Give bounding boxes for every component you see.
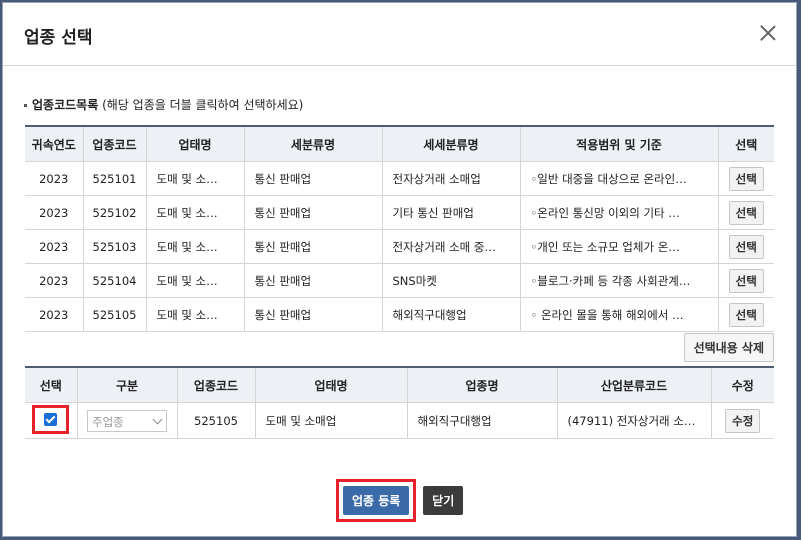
select-cell: 선택 [718,195,774,230]
edit-button[interactable]: 수정 [725,408,761,433]
column-header: 업태명 [146,125,245,162]
column-header: 업종코드 [83,125,147,162]
year-cell: 2023 [25,161,84,196]
checkbox-cell [25,402,78,439]
column-header: 수정 [711,366,774,403]
select-checkbox[interactable] [44,412,58,426]
type-select-value: 주업종 [92,414,124,429]
close-button[interactable]: 닫기 [423,486,464,515]
code-cell: 525102 [83,195,147,230]
modal-header: 업종 선택 [3,3,796,66]
scope-cell: ◦온라인 통신망 이외의 기타 … [520,195,719,230]
delete-selection-button[interactable]: 선택내용 삭제 [683,333,774,362]
subsubclass-cell: 해외직구대행업 [382,297,521,332]
business-cell: 도매 및 소… [146,161,245,196]
scope-cell: ◦일반 대중을 대상으로 온라인… [520,161,719,196]
chevron-down-icon [152,414,163,424]
year-cell: 2023 [25,263,84,298]
subsubclass-cell: SNS마켓 [382,263,521,298]
subsubclass-cell: 전자상거래 소매 중… [382,229,521,264]
register-highlight: 업종 등록 [336,479,417,522]
table-row[interactable]: 2023 525105 도매 및 소… 통신 판매업 해외직구대행업 ◦ 온라인… [25,297,774,332]
select-cell: 선택 [718,161,774,196]
type-select[interactable]: 주업종 [87,409,167,432]
table-header-row: 선택 구분 업종코드 업태명 업종명 산업분류코드 수정 [25,366,774,403]
scope-cell: ◦블로그·카페 등 각종 사회관계… [520,263,719,298]
column-header: 선택 [718,125,774,162]
year-cell: 2023 [25,195,84,230]
select-cell: 선택 [718,263,774,298]
select-button[interactable]: 선택 [728,268,764,293]
business-cell: 도매 및 소… [146,263,245,298]
industry-code-table: 귀속연도 업종코드 업태명 세분류명 세세분류명 적용범위 및 기준 선택 20… [25,125,774,332]
table-row[interactable]: 2023 525104 도매 및 소… 통신 판매업 SNS마켓 ◦블로그·카페… [25,263,774,298]
column-header: 세세분류명 [382,125,521,162]
subclass-cell: 통신 판매업 [244,195,383,230]
select-cell: 선택 [718,229,774,264]
select-button[interactable]: 선택 [728,200,764,225]
code-cell: 525104 [83,263,147,298]
table-row[interactable]: 2023 525102 도매 및 소… 통신 판매업 기타 통신 판매업 ◦온라… [25,195,774,230]
column-header: 적용범위 및 기준 [520,125,719,162]
column-header: 업종명 [407,366,558,403]
industry-select-modal: 업종 선택 업종코드목록 (해당 업종을 더블 클릭하여 선택하세요) 귀속연도… [2,2,797,537]
section-title: 업종코드목록 (해당 업종을 더블 클릭하여 선택하세요) [24,96,303,113]
subsubclass-cell: 기타 통신 판매업 [382,195,521,230]
register-button[interactable]: 업종 등록 [343,486,410,515]
scope-cell: ◦ 온라인 몰을 통해 해외에서 … [520,297,719,332]
edit-cell: 수정 [711,402,774,439]
business-cell: 도매 및 소… [146,195,245,230]
select-button[interactable]: 선택 [728,166,764,191]
table-row[interactable]: 2023 525103 도매 및 소… 통신 판매업 전자상거래 소매 중… ◦… [25,229,774,264]
checkbox-highlight [32,404,70,434]
class-code-cell: (47911) 전자상거래 소… [557,402,712,439]
table-row: 주업종 525105 도매 및 소매업 해외직구대행업 (47911) 전자상거… [25,402,774,439]
code-cell: 525105 [177,402,256,439]
subclass-cell: 통신 판매업 [244,297,383,332]
modal-title: 업종 선택 [24,28,93,48]
scope-cell: ◦개인 또는 소규모 업체가 온… [520,229,719,264]
close-icon[interactable] [760,25,776,41]
industry-cell: 해외직구대행업 [407,402,558,439]
year-cell: 2023 [25,229,84,264]
select-button[interactable]: 선택 [728,234,764,259]
type-cell: 주업종 [77,402,178,439]
year-cell: 2023 [25,297,84,332]
code-cell: 525101 [83,161,147,196]
select-cell: 선택 [718,297,774,332]
business-cell: 도매 및 소… [146,297,245,332]
column-header: 업태명 [255,366,408,403]
column-header: 선택 [25,366,78,403]
column-header: 구분 [77,366,178,403]
table-header-row: 귀속연도 업종코드 업태명 세분류명 세세분류명 적용범위 및 기준 선택 [25,125,774,162]
subclass-cell: 통신 판매업 [244,229,383,264]
column-header: 귀속연도 [25,125,84,162]
section-hint: (해당 업종을 더블 클릭하여 선택하세요) [102,98,304,112]
select-button[interactable]: 선택 [728,302,764,327]
subclass-cell: 통신 판매업 [244,161,383,196]
column-header: 세분류명 [244,125,383,162]
selected-industry-table: 선택 구분 업종코드 업태명 업종명 산업분류코드 수정 주업종 525105 [25,366,774,439]
bullet-icon [24,104,27,107]
business-cell: 도매 및 소매업 [255,402,408,439]
column-header: 업종코드 [177,366,256,403]
code-cell: 525105 [83,297,147,332]
footer-buttons: 업종 등록 닫기 [336,479,464,522]
section-title-label: 업종코드목록 [32,98,99,112]
subsubclass-cell: 전자상거래 소매업 [382,161,521,196]
table-row[interactable]: 2023 525101 도매 및 소… 통신 판매업 전자상거래 소매업 ◦일반… [25,161,774,196]
code-cell: 525103 [83,229,147,264]
column-header: 산업분류코드 [557,366,712,403]
business-cell: 도매 및 소… [146,229,245,264]
subclass-cell: 통신 판매업 [244,263,383,298]
